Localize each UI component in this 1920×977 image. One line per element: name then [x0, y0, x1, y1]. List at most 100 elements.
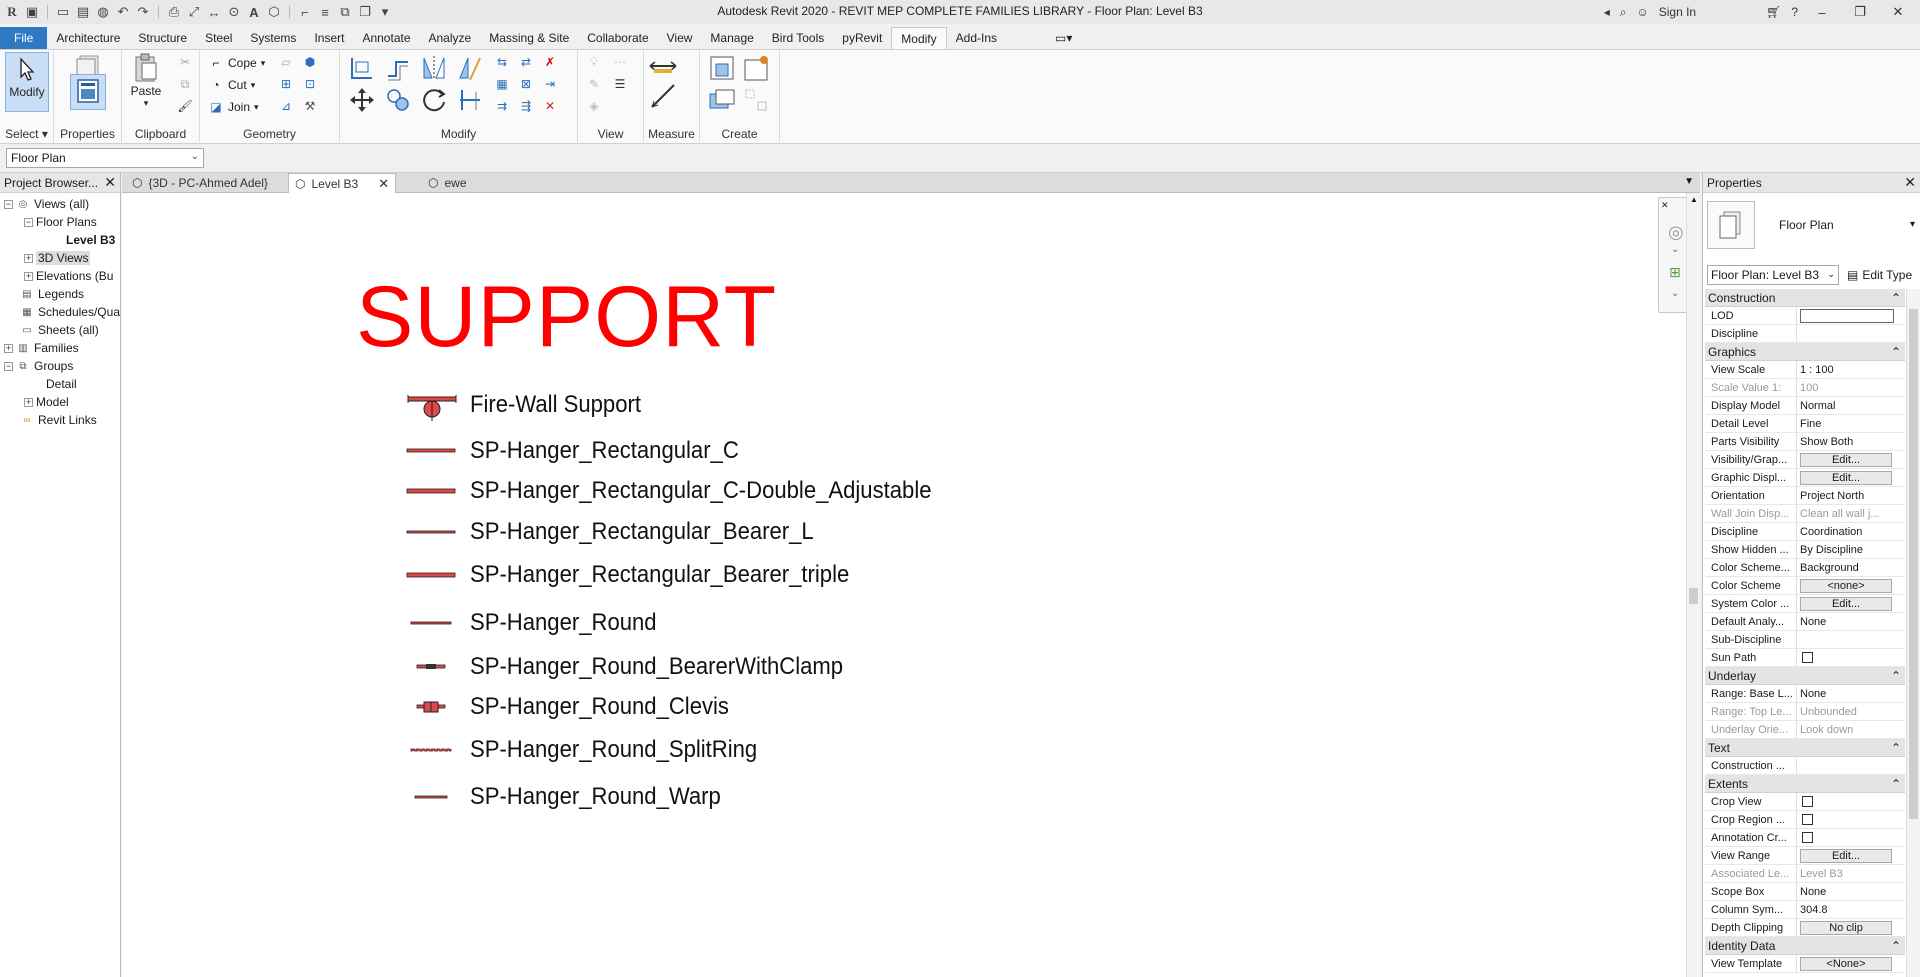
scroll-thumb[interactable] [1909, 309, 1918, 819]
tag-icon[interactable]: ⊙ [226, 4, 242, 20]
info-arrow-icon[interactable]: ◂ [1604, 5, 1610, 19]
property-row[interactable]: Discipline [1705, 325, 1905, 343]
collapse-icon[interactable]: − [4, 199, 13, 209]
property-row[interactable]: Underlay Orie... Look down [1705, 721, 1905, 739]
tab-analyze[interactable]: Analyze [420, 27, 481, 49]
ribbon-options-icon[interactable]: ▭▾ [1046, 27, 1081, 49]
property-row[interactable]: Scope Box None [1705, 883, 1905, 901]
property-edit-button[interactable]: Edit... [1800, 848, 1892, 863]
property-row[interactable]: Sub-Discipline [1705, 631, 1905, 649]
select-panel-label[interactable]: Select ▾ [0, 127, 53, 141]
mirror-draw-icon[interactable] [454, 52, 486, 84]
tree-item-families[interactable]: + ▥ Families [4, 339, 79, 357]
sign-in-link[interactable]: Sign In [1659, 5, 1696, 19]
wall-joins-icon[interactable]: ⊞ [278, 76, 294, 92]
copy-modify-icon[interactable] [382, 84, 414, 116]
tab-systems[interactable]: Systems [241, 27, 305, 49]
revit-logo-icon[interactable]: R [4, 4, 20, 20]
tree-item-views-all[interactable]: − ◎ Views (all) [4, 195, 89, 213]
paint-icon[interactable]: ⬢ [302, 54, 318, 70]
cut-geometry-button[interactable]: ◔ Cut ▾ [208, 76, 255, 94]
tree-item-detail[interactable]: Detail [46, 375, 77, 393]
tab-massing-site[interactable]: Massing & Site [480, 27, 578, 49]
tab-modify[interactable]: Modify [891, 27, 947, 49]
match-properties-icon[interactable]: 🖌︎ [177, 98, 193, 114]
property-row[interactable]: Sun Path [1705, 649, 1905, 667]
print-icon[interactable]: ⎙ [166, 4, 182, 20]
property-row[interactable]: Wall Join Disp... Clean all wall j... [1705, 505, 1905, 523]
tree-item-elevations[interactable]: + Elevations (Bu [24, 267, 120, 285]
offset-icon[interactable] [382, 52, 414, 84]
binoculars-icon[interactable]: ⌕ [1620, 5, 1627, 20]
split-gap-icon[interactable]: ⇶ [518, 98, 534, 114]
property-edit-button[interactable]: <None> [1800, 956, 1892, 971]
property-group-header[interactable]: Construction ⌃ [1705, 289, 1905, 307]
property-group-header[interactable]: Text ⌃ [1705, 739, 1905, 757]
thin-lines-icon[interactable]: ≡ [317, 4, 333, 20]
doc-tab-ewe[interactable]: ⬡ ewe [422, 173, 473, 193]
property-edit-button[interactable]: Edit... [1800, 596, 1892, 611]
collapse-group-icon[interactable]: ⌃ [1891, 291, 1901, 305]
collapse-group-icon[interactable]: ⌃ [1891, 669, 1901, 683]
collapse-group-icon[interactable]: ⌃ [1891, 939, 1901, 953]
tree-item-floor-plans[interactable]: − Floor Plans [24, 213, 97, 231]
property-edit-button[interactable]: <none> [1800, 578, 1892, 593]
scroll-up-icon[interactable]: ▲ [1690, 195, 1698, 204]
property-row[interactable]: View Scale 1 : 100 [1705, 361, 1905, 379]
thin-lines-view-icon[interactable]: ☰ [612, 76, 628, 92]
close-icon[interactable]: ✕ [1904, 174, 1916, 191]
qat-dropdown-icon[interactable]: ▾ [377, 4, 393, 20]
collapse-icon[interactable]: − [24, 217, 33, 227]
measure-between-icon[interactable] [648, 50, 680, 82]
property-row[interactable]: Color Scheme... Background [1705, 559, 1905, 577]
tab-collaborate[interactable]: Collaborate [578, 27, 657, 49]
close-tab-icon[interactable]: ✕ [378, 176, 389, 192]
paste-button[interactable]: Paste ▾ [126, 52, 166, 112]
doc-tab-3d[interactable]: ⬡ {3D - PC-Ahmed Adel} [126, 173, 274, 193]
tab-structure[interactable]: Structure [129, 27, 196, 49]
rotate-icon[interactable] [418, 84, 450, 116]
demolish-hammer-icon[interactable]: ⚒ [302, 98, 318, 114]
property-row[interactable]: Scale Value 1: 100 [1705, 379, 1905, 397]
move-icon[interactable] [346, 84, 378, 116]
redo-icon[interactable]: ↷ [135, 4, 151, 20]
instance-dropdown[interactable]: Floor Plan: Level B3 ⌄ [1707, 265, 1839, 285]
drawing-area[interactable]: SUPPORT Fire-Wall Support SP-Hanger_Rect… [122, 193, 1700, 977]
tree-item-3d-views[interactable]: + 3D Views [24, 249, 91, 267]
tab-file[interactable]: File [0, 27, 48, 49]
close-icon[interactable]: ✕ [104, 174, 116, 191]
split-face-icon[interactable]: ▱ [278, 54, 294, 70]
expand-icon[interactable]: + [24, 397, 33, 407]
tabs-menu-icon[interactable]: ▼ [1684, 176, 1694, 187]
property-row[interactable]: Construction ... [1705, 757, 1905, 775]
text-icon[interactable]: A [246, 4, 262, 20]
property-row[interactable]: View Range Edit... [1705, 847, 1905, 865]
beam-join-icon[interactable]: ⊿ [278, 98, 294, 114]
tree-item-groups[interactable]: − ⧉ Groups [4, 357, 73, 375]
linework-icon[interactable]: ✎ [586, 76, 602, 92]
help-icon[interactable]: ? [1791, 5, 1798, 19]
property-row[interactable]: Depth Clipping No clip [1705, 919, 1905, 937]
cut-clipboard-icon[interactable]: ✂ [177, 54, 193, 70]
delete-icon[interactable]: ✕ [542, 98, 558, 114]
tree-item-sheets[interactable]: ▭ Sheets (all) [20, 321, 98, 339]
create-similar-icon[interactable] [740, 84, 772, 116]
property-row[interactable]: Annotation Cr... [1705, 829, 1905, 847]
create-assembly-icon[interactable] [706, 52, 738, 84]
tree-item-model[interactable]: + Model [24, 393, 69, 411]
tab-add-ins[interactable]: Add-Ins [947, 27, 1006, 49]
expand-icon[interactable]: + [24, 253, 33, 263]
property-row[interactable]: Column Sym... 304.8 [1705, 901, 1905, 919]
tab-view[interactable]: View [658, 27, 702, 49]
mirror-axis-icon[interactable] [418, 52, 450, 84]
switch-windows-icon[interactable]: ❐ [357, 4, 373, 20]
section-icon[interactable]: ⌐ [297, 4, 313, 20]
property-row[interactable]: View Template <None> [1705, 955, 1905, 973]
type-selector[interactable]: Floor Plan ▾ [1707, 197, 1917, 253]
expand-icon[interactable]: + [4, 343, 13, 353]
create-parts-icon[interactable] [740, 52, 772, 84]
property-row[interactable]: Range: Top Le... Unbounded [1705, 703, 1905, 721]
property-edit-button[interactable]: Edit... [1800, 452, 1892, 467]
scale-icon[interactable]: ⊠ [518, 76, 534, 92]
collapse-group-icon[interactable]: ⌃ [1891, 345, 1901, 359]
